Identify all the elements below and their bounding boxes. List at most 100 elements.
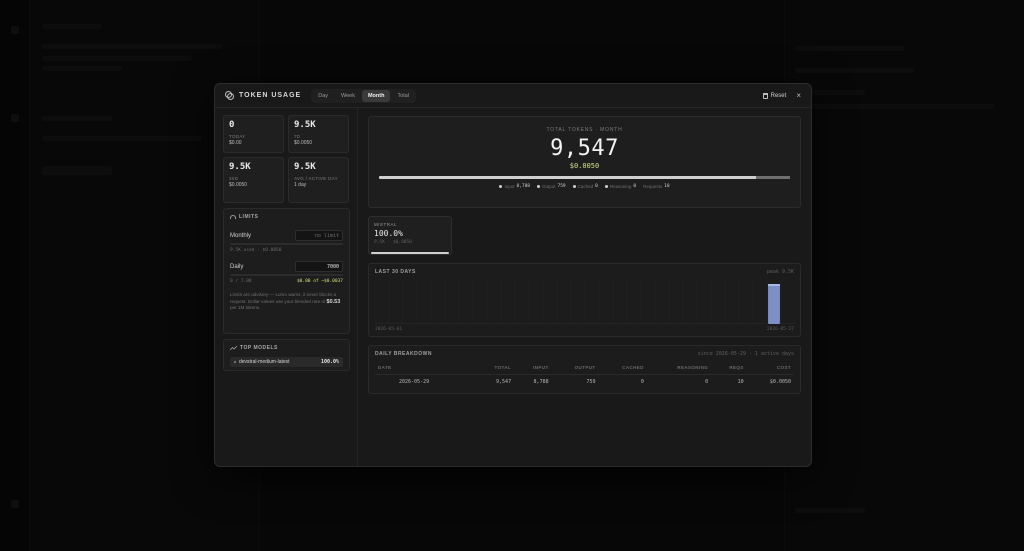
monthly-limit-note: 9.5K used · $0.0050 [230, 248, 343, 253]
monthly-limit-bar [230, 243, 343, 245]
advisory-rate: $0.53 [326, 298, 341, 305]
stat-30d: 9.5K 30D $0.0050 [223, 157, 284, 203]
col-output: OUTPUT [551, 361, 599, 375]
breakdown-subtitle: since 2026-05-29 · 1 active days [697, 351, 794, 357]
top-models-panel: TOP MODELS devstral-medium-latest 100.0% [223, 339, 350, 371]
token-legend: Input 8,788 Output 759 Cached 0 Reasoning 0 … [369, 184, 800, 189]
col-date: DATE [375, 361, 475, 375]
model-bullet [234, 361, 236, 363]
modal-title-group: TOKEN USAGE [225, 91, 301, 100]
table-row: 2026-05-29 9,547 8,788 759 0 0 10 $0.005… [375, 375, 794, 390]
chart-bar[interactable] [768, 284, 780, 324]
cell-input: 8,788 [533, 379, 549, 385]
reset-button[interactable]: Reset [762, 92, 787, 99]
chart-peak: peak 9.5K [766, 269, 794, 275]
total-tokens-card: TOTAL TOKENS · MONTH 9,547 $0.0050 Input… [368, 116, 801, 208]
legend-label: Output [542, 184, 556, 189]
legend-value: 0 [595, 184, 598, 189]
cell-cached: 0 [640, 379, 644, 385]
trend-up-icon [230, 346, 237, 350]
stat-value: 9.5K [294, 120, 316, 130]
legend-dot [499, 185, 503, 188]
tokens-icon [225, 91, 234, 100]
col-cached: CACHED [598, 361, 647, 375]
cell-total: 9,547 [496, 379, 512, 385]
cell-reasoning: 0 [705, 379, 709, 385]
tab-month[interactable]: Month [361, 89, 391, 102]
limits-advisory-text: Limits are advisory — Lumo warns, it nev… [230, 292, 343, 312]
daily-breakdown-card: DAILY BREAKDOWN since 2026-05-29 · 1 act… [368, 345, 801, 394]
legend-value: 0 [633, 184, 637, 189]
stat-sub: 1 day [294, 182, 307, 188]
limits-title: LIMITS [239, 214, 259, 220]
tab-total[interactable]: Total [391, 90, 415, 102]
modal-header: TOKEN USAGE Day Week Month Total Reset × [215, 84, 811, 108]
total-label: TOTAL TOKENS · MONTH [546, 127, 623, 133]
stat-label: TODAY [229, 134, 246, 139]
daily-limit-label: Daily [230, 263, 244, 270]
col-input: INPUT [514, 361, 552, 375]
daily-limit-note: 0 / 7.0K $0.00 of ~$0.0037 [230, 279, 343, 284]
stat-today: 0 TODAY $0.00 [223, 115, 284, 153]
header-actions: Reset × [762, 91, 801, 100]
legend-dot [604, 185, 608, 188]
tab-day[interactable]: Day [312, 90, 334, 102]
monthly-limit-label: Monthly [230, 232, 252, 239]
chart-header: LAST 30 DAYS peak 9.5K [375, 269, 794, 275]
stat-label: 7D [294, 134, 301, 139]
chart-plot [375, 280, 795, 324]
provider-name: MISTRAL [374, 222, 398, 227]
limits-panel: LIMITS Monthly no limit 9.5K used · $0.0… [223, 208, 350, 334]
monthly-usage-text: 9.5K used · $0.0050 [230, 248, 282, 253]
legend-label: Input [504, 184, 515, 189]
close-button[interactable]: × [796, 91, 801, 100]
top-models-title: TOP MODELS [240, 345, 278, 351]
x-label-end: 2026-05-27 [766, 327, 794, 332]
stat-sub: $0.0050 [229, 182, 248, 188]
provider-card-mistral[interactable]: MISTRAL 100.0% 9.5K · $0.0050 [368, 216, 452, 255]
breakdown-header: DAILY BREAKDOWN since 2026-05-29 · 1 act… [375, 351, 794, 357]
stat-sub: $0.0050 [294, 140, 313, 146]
trash-icon [762, 92, 768, 99]
advisory-post: per 1M tokens. [230, 305, 261, 310]
model-share: 100.0% [320, 359, 339, 365]
daily-limit-input[interactable]: 7000 [295, 261, 343, 272]
advisory-pre: Limits are advisory — Lumo warns, it nev… [230, 292, 337, 304]
col-reasoning: REASONING [646, 361, 712, 375]
legend-value: 8,788 [516, 184, 530, 189]
monthly-limit-row: Monthly no limit [230, 230, 343, 241]
last-30-days-chart: LAST 30 DAYS peak 9.5K 2026-05-01 2026-0… [368, 263, 801, 337]
left-column: 0 TODAY $0.00 9.5K 7D $0.0050 9.5K 30D $… [215, 108, 358, 466]
legend-label: Cached [577, 184, 594, 189]
modal-body: 0 TODAY $0.00 9.5K 7D $0.0050 9.5K 30D $… [215, 108, 811, 466]
token-usage-modal: TOKEN USAGE Day Week Month Total Reset ×… [214, 83, 812, 467]
stat-value: 9.5K [229, 162, 251, 172]
stat-7d: 9.5K 7D $0.0050 [288, 115, 349, 153]
daily-limit-row: Daily 7000 [230, 261, 343, 272]
total-cost: $0.0050 [569, 162, 600, 170]
stat-value: 9.5K [294, 162, 316, 172]
legend-label: Reasoning [609, 184, 632, 189]
legend-requests: Requests 10 [643, 184, 669, 189]
col-reqs: REQS [711, 361, 747, 375]
total-value: 9,547 [550, 136, 619, 161]
legend-value: 10 [664, 184, 670, 189]
stat-avg-active-day: 9.5K AVG / ACTIVE DAY 1 day [288, 157, 349, 203]
provider-share: 100.0% [374, 229, 403, 238]
stat-sub: $0.00 [229, 140, 242, 146]
legend-reasoning: Reasoning 0 [604, 184, 637, 189]
col-total: TOTAL [474, 361, 515, 375]
chart-bar-highlight [768, 284, 780, 286]
chart-x-labels: 2026-05-01 2026-05-27 [375, 327, 794, 332]
model-name-text: devstral-medium-latest [239, 359, 290, 365]
monthly-limit-input[interactable]: no limit [295, 230, 343, 241]
cell-date: 2026-05-29 [399, 379, 430, 385]
breakdown-title: DAILY BREAKDOWN [375, 351, 432, 357]
model-row[interactable]: devstral-medium-latest 100.0% [230, 357, 343, 367]
legend-input: Input 8,788 [499, 184, 530, 189]
tab-week[interactable]: Week [335, 90, 361, 102]
token-split-bar [379, 176, 790, 179]
reset-label: Reset [770, 92, 787, 99]
cell-cost: $0.0050 [769, 379, 791, 385]
legend-output: Output 759 [537, 184, 566, 189]
